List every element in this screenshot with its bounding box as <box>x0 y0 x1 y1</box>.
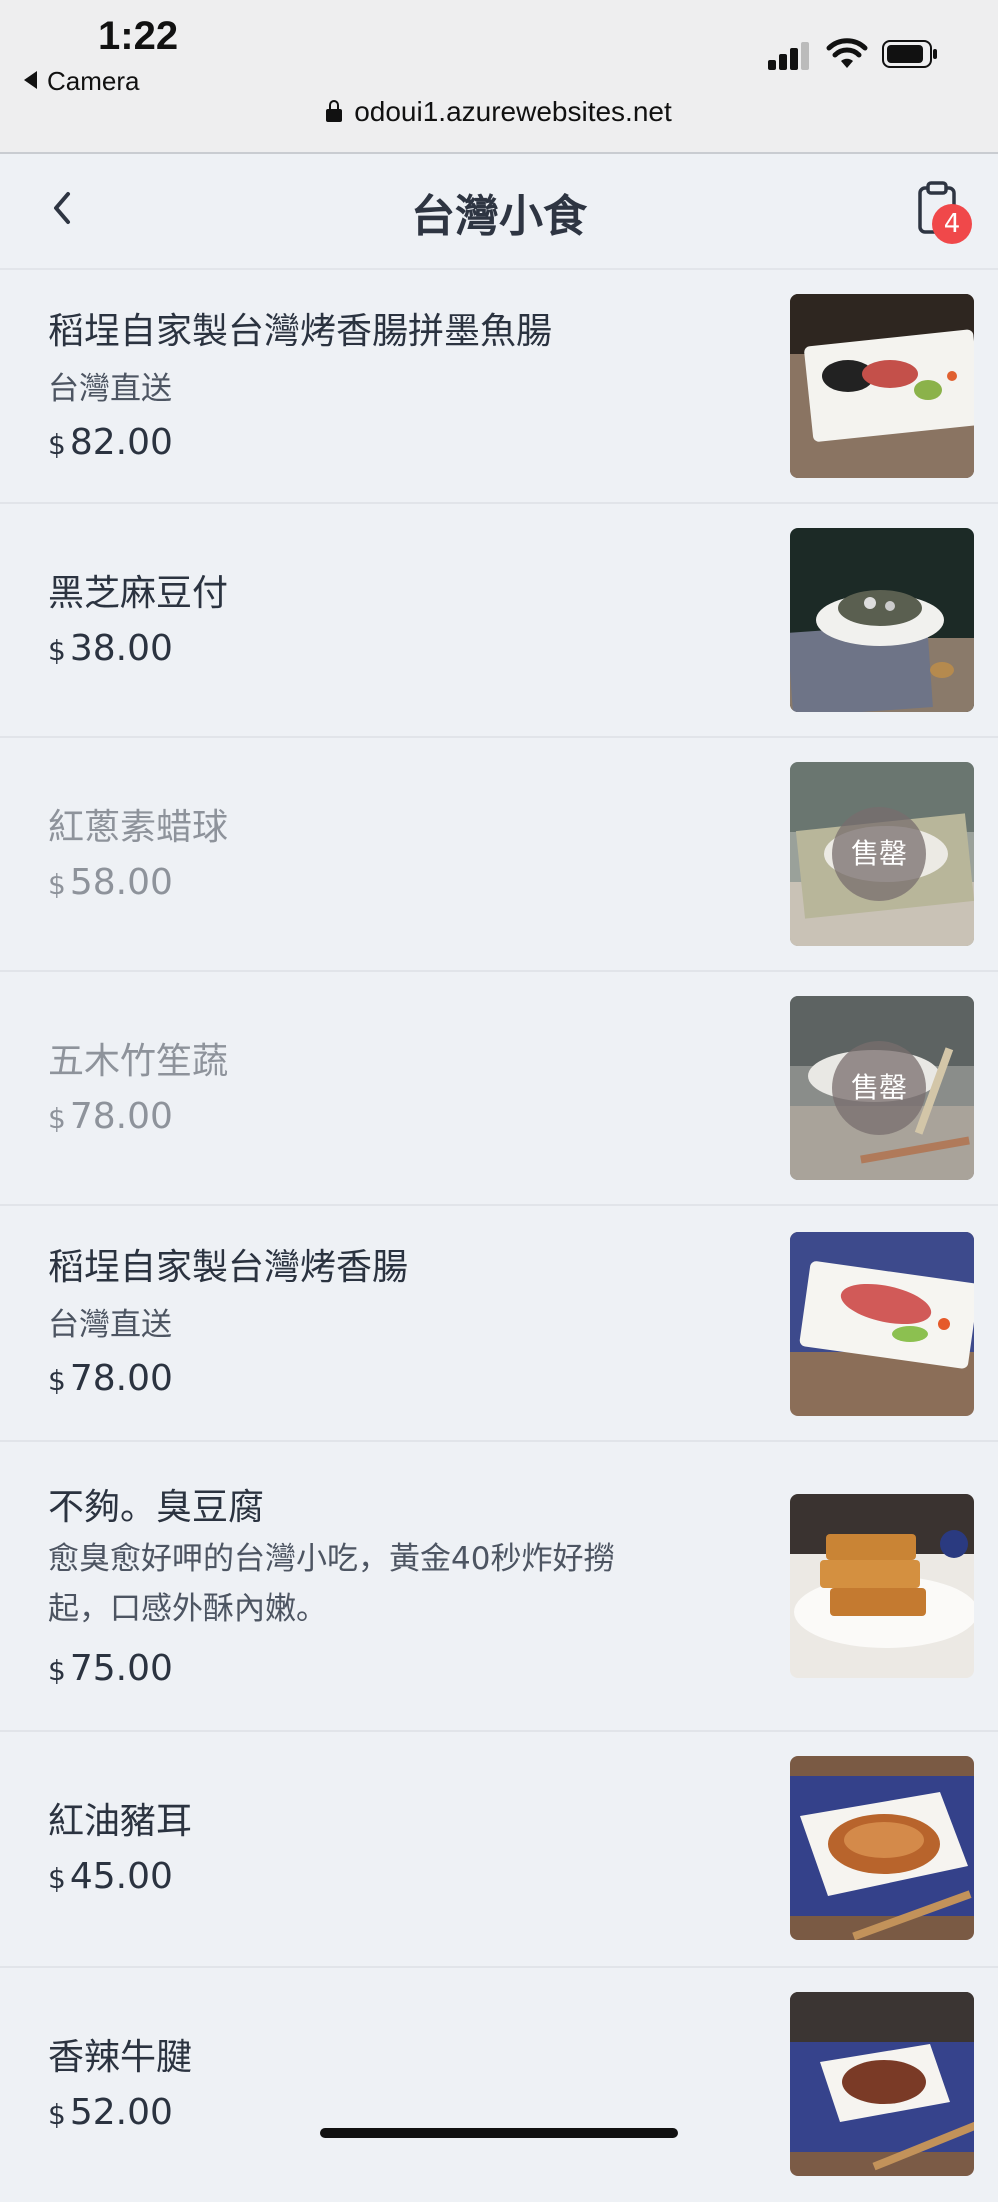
item-photo-beef-shank[interactable] <box>790 1992 974 2176</box>
page-title: 台灣小食 <box>411 191 587 242</box>
list-item[interactable]: 稻埕自家製台灣烤香腸拼墨魚腸 台灣直送 $82.00 <box>0 270 998 504</box>
item-photo-shallot-balls[interactable]: 售罄 <box>790 762 974 946</box>
url-text: odoui1.azurewebsites.net <box>354 96 672 127</box>
item-photo-sausage-platter[interactable] <box>790 294 974 478</box>
item-photo-sesame-tofu[interactable] <box>790 528 974 712</box>
item-name: 紅油豬耳 <box>48 1801 193 1842</box>
nav-header: 台灣小食 4 <box>0 154 998 270</box>
product-list: 稻埕自家製台灣烤香腸拼墨魚腸 台灣直送 $82.00 黑芝麻豆付 $38.00 <box>0 270 998 2202</box>
status-bar: 1:22 Camera odoui1.azurewebsites.net <box>0 0 998 154</box>
list-item[interactable]: 不夠。臭豆腐 愈臭愈好呷的台灣小吃，黃金40秒炸好撈 起，口感外酥內嫩。 $75.… <box>0 1442 998 1732</box>
back-to-app-link[interactable]: Camera <box>24 66 139 97</box>
item-price: $38.00 <box>48 628 173 669</box>
item-price: $82.00 <box>48 422 173 463</box>
item-price: $58.00 <box>48 862 173 903</box>
list-item[interactable]: 紅油豬耳 $45.00 <box>0 1732 998 1968</box>
lock-icon <box>326 100 343 122</box>
list-item[interactable]: 五木竹笙蔬 $78.00 售罄 <box>0 972 998 1206</box>
item-description: 台灣直送 <box>48 1307 172 1343</box>
home-indicator[interactable] <box>320 2128 678 2138</box>
list-item[interactable]: 黑芝麻豆付 $38.00 <box>0 504 998 738</box>
cart-count-badge: 4 <box>932 204 972 244</box>
address-bar[interactable]: odoui1.azurewebsites.net <box>0 96 998 128</box>
item-photo-stinky-tofu[interactable] <box>790 1494 974 1678</box>
back-app-label: Camera <box>47 66 140 96</box>
list-item[interactable]: 香辣牛腱 $52.00 <box>0 1968 998 2202</box>
list-item[interactable]: 紅蔥素蜡球 $58.00 售罄 <box>0 738 998 972</box>
status-time: 1:22 <box>98 14 179 58</box>
item-name: 不夠。臭豆腐 <box>48 1487 265 1528</box>
item-price: $52.00 <box>48 2092 173 2133</box>
item-description: 愈臭愈好呷的台灣小吃，黃金40秒炸好撈 起，口感外酥內嫩。 <box>48 1541 615 1627</box>
wifi-icon <box>826 38 868 68</box>
sold-out-badge: 售罄 <box>832 807 926 901</box>
item-price: $75.00 <box>48 1648 173 1689</box>
sold-out-badge: 售罄 <box>832 1041 926 1135</box>
item-price: $45.00 <box>48 1856 173 1897</box>
item-name: 稻埕自家製台灣烤香腸 <box>48 1247 409 1288</box>
item-name: 稻埕自家製台灣烤香腸拼墨魚腸 <box>48 311 553 352</box>
item-photo-pig-ear[interactable] <box>790 1756 974 1940</box>
item-photo-bamboo-vegetables[interactable]: 售罄 <box>790 996 974 1180</box>
item-description: 台灣直送 <box>48 371 172 407</box>
item-photo-sausage[interactable] <box>790 1232 974 1416</box>
cellular-signal-icon <box>768 42 812 70</box>
item-price: $78.00 <box>48 1358 173 1399</box>
item-name: 紅蔥素蜡球 <box>48 807 229 848</box>
list-item[interactable]: 稻埕自家製台灣烤香腸 台灣直送 $78.00 <box>0 1206 998 1442</box>
item-name: 香辣牛腱 <box>48 2037 193 2078</box>
back-triangle-icon <box>24 71 37 89</box>
battery-icon <box>882 40 937 68</box>
item-name: 黑芝麻豆付 <box>48 573 229 614</box>
item-name: 五木竹笙蔬 <box>48 1041 229 1082</box>
item-price: $78.00 <box>48 1096 173 1137</box>
